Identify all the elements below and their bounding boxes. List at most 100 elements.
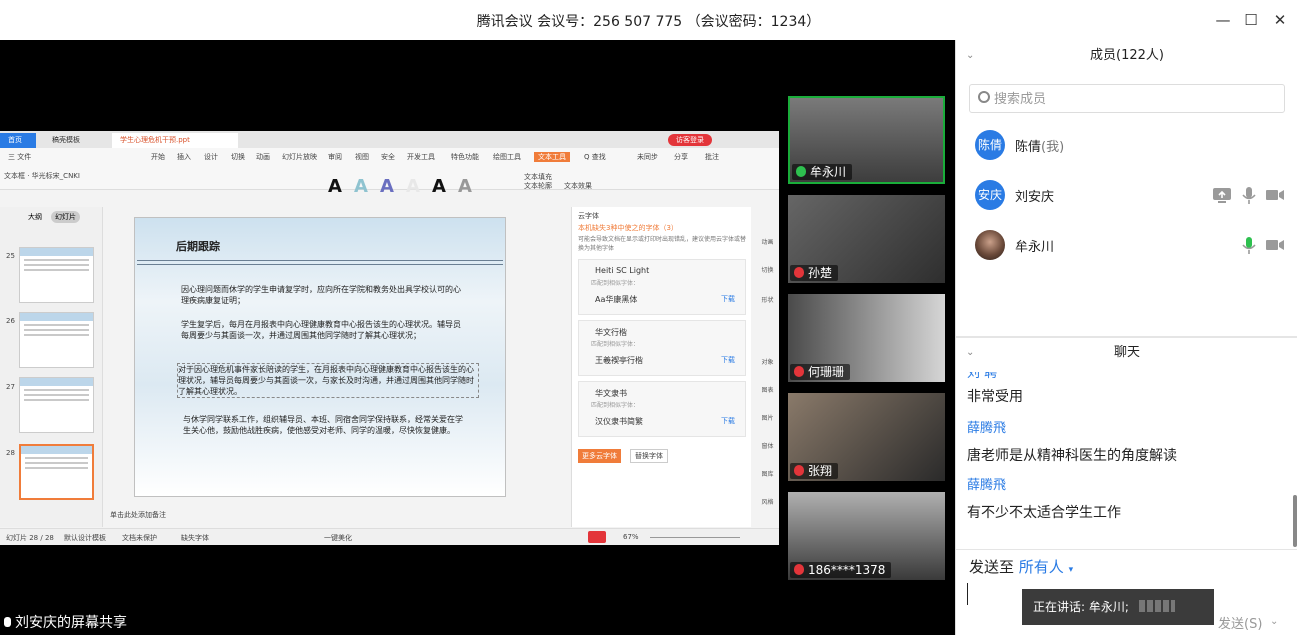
wps-menu-view[interactable]: 视图 <box>355 152 369 162</box>
slide-thumbnail[interactable] <box>19 312 94 368</box>
wordart-style-4[interactable]: A <box>400 172 426 202</box>
chat-scrollbar[interactable] <box>1293 495 1297 547</box>
play-icon[interactable] <box>588 531 606 543</box>
send-to-target[interactable]: 所有人 <box>1019 558 1064 576</box>
send-to-selector[interactable]: 发送至 所有人 ▾ <box>969 556 1073 577</box>
wordart-style-6[interactable]: A <box>452 172 478 202</box>
font-download-button[interactable]: 下载 <box>721 355 735 365</box>
member-search[interactable] <box>969 84 1285 113</box>
wps-menu-slideshow[interactable]: 幻灯片放映 <box>282 152 317 162</box>
document-protection[interactable]: 文档未保护 <box>122 533 157 543</box>
rail-item[interactable]: 窗体 <box>756 441 779 450</box>
wps-menu-drawing[interactable]: 绘图工具 <box>493 152 521 162</box>
chat-header[interactable]: ⌄ 聊天 <box>956 337 1297 367</box>
wordart-gallery: AAAAAA <box>322 172 502 202</box>
member-row[interactable]: 牟永川 <box>956 220 1297 270</box>
wps-comment-button[interactable]: 批注 <box>705 152 719 162</box>
maximize-button[interactable]: ☐ <box>1240 9 1262 31</box>
slide-paragraph-selected[interactable]: 对于因心理危机事件家长陪读的学生，在月报表中向心理健康教育中心报告该生的心理状况… <box>177 363 479 398</box>
wps-menu-insert[interactable]: 插入 <box>177 152 191 162</box>
minimize-button[interactable]: — <box>1212 9 1234 31</box>
close-button[interactable]: ✕ <box>1269 9 1291 31</box>
chat-input-caret[interactable] <box>967 583 968 605</box>
member-row[interactable]: 陈倩 陈倩(我) <box>956 120 1297 170</box>
zoom-level[interactable]: 67% <box>623 533 639 541</box>
wordart-style-1[interactable]: A <box>322 172 348 202</box>
wps-text-effect[interactable]: 文本效果 <box>564 181 592 191</box>
wps-menu-find[interactable]: Q 查找 <box>584 152 606 162</box>
beautify-button[interactable]: 一键美化 <box>324 533 352 543</box>
rail-item[interactable]: 形状 <box>756 295 779 304</box>
chevron-down-icon[interactable]: ⌄ <box>966 41 974 71</box>
video-tile[interactable]: 牟永川 <box>788 96 945 184</box>
wps-menu-features[interactable]: 特色功能 <box>451 152 479 162</box>
rail-item[interactable]: 图库 <box>756 469 779 478</box>
wps-share-button[interactable]: 分享 <box>674 152 688 162</box>
wps-text-outline[interactable]: 文本轮廓 <box>524 181 552 191</box>
font-download-button[interactable]: 下载 <box>721 416 735 426</box>
mic-off-icon <box>794 267 804 278</box>
chat-title: 聊天 <box>1113 345 1140 360</box>
wps-tab-template[interactable]: 稿壳模板 <box>44 133 88 148</box>
wps-menu-design[interactable]: 设计 <box>204 152 218 162</box>
font-card: Heiti SC Light 匹配到相似字体： Aa华康黑体 下载 <box>578 259 746 315</box>
member-search-input[interactable] <box>994 89 1274 109</box>
wps-tab-document[interactable]: 学生心理危机干预.ppt <box>112 133 238 148</box>
rail-item[interactable]: 图表 <box>756 385 779 394</box>
screen-share-area: 首页 稿壳模板 学生心理危机干预.ppt 访客登录 三 文件 开始 插入 设计 … <box>0 40 779 635</box>
slide-thumbnail[interactable] <box>19 247 94 303</box>
font-download-button[interactable]: 下载 <box>721 294 735 304</box>
wps-unsynced-button[interactable]: 未同步 <box>637 152 658 162</box>
caret-down-icon[interactable]: ▾ <box>1069 565 1074 575</box>
video-tile[interactable]: 张翔 <box>788 393 945 481</box>
rail-item[interactable]: 图片 <box>756 413 779 422</box>
thumb-number: 26 <box>6 317 15 325</box>
rail-item[interactable]: 切换 <box>756 265 779 274</box>
outline-tab[interactable]: 大纲 <box>28 212 42 222</box>
zoom-slider[interactable] <box>650 537 740 538</box>
camera-icon[interactable] <box>1265 235 1285 255</box>
input-divider <box>956 549 1297 550</box>
members-header[interactable]: ⌄ 成员(122人) <box>956 41 1297 71</box>
rail-item[interactable]: 动画 <box>756 237 779 246</box>
notes-hint[interactable]: 单击此处添加备注 <box>110 510 166 520</box>
slide-canvas[interactable]: 后期跟踪 因心理问题而休学的学生申请复学时，应向所在学院和教务处出具学校认可的心… <box>134 217 506 497</box>
wps-menu-review[interactable]: 审阅 <box>328 152 342 162</box>
wps-menu-devtools[interactable]: 开发工具 <box>407 152 435 162</box>
rail-item[interactable]: 对象 <box>756 357 779 366</box>
wordart-style-5[interactable]: A <box>426 172 452 202</box>
wps-tab-home[interactable]: 首页 <box>0 133 36 148</box>
wps-menu-text-tools[interactable]: 文本工具 <box>534 152 570 162</box>
chat-text: 非常受用 <box>967 389 1023 405</box>
video-tile[interactable]: 186****1378 <box>788 492 945 580</box>
slides-tab[interactable]: 幻灯片 <box>51 211 80 223</box>
video-tile[interactable]: 孙楚 <box>788 195 945 283</box>
font-preview: 王羲褉亭行楷 <box>595 356 643 365</box>
video-name-tag: 何珊珊 <box>790 364 851 380</box>
wps-menu-switch[interactable]: 切换 <box>231 152 245 162</box>
chevron-down-icon[interactable]: ⌄ <box>1270 616 1278 627</box>
slide-thumbnail[interactable] <box>19 377 94 433</box>
wordart-style-2[interactable]: A <box>348 172 374 202</box>
missing-font-status[interactable]: 缺失字体 <box>181 533 209 543</box>
wps-menu-start[interactable]: 开始 <box>151 152 165 162</box>
wps-font-row[interactable]: 文本框 · 华光标宋_CNKI <box>4 171 80 181</box>
mic-active-icon[interactable] <box>1239 235 1259 255</box>
member-row[interactable]: 安庆 刘安庆 <box>956 170 1297 220</box>
wps-menu-security[interactable]: 安全 <box>381 152 395 162</box>
video-tile[interactable]: 何珊珊 <box>788 294 945 382</box>
mic-icon[interactable] <box>1239 185 1259 205</box>
screen-share-caption: 刘安庆的屏幕共享 <box>0 612 200 635</box>
send-button[interactable]: 发送(S) <box>1218 613 1262 632</box>
camera-icon[interactable] <box>1265 185 1285 205</box>
replace-font-button[interactable]: 替换字体 <box>630 449 668 463</box>
more-cloud-fonts-button[interactable]: 更多云字体 <box>578 449 621 463</box>
wps-menu-animation[interactable]: 动画 <box>256 152 270 162</box>
chevron-down-icon[interactable]: ⌄ <box>966 338 974 368</box>
rail-item[interactable]: 风格 <box>756 497 779 506</box>
wps-menu-file[interactable]: 三 文件 <box>8 152 31 162</box>
slide-thumbnail-selected[interactable] <box>19 444 94 500</box>
wordart-style-3[interactable]: A <box>374 172 400 202</box>
wps-login-button[interactable]: 访客登录 <box>668 134 712 146</box>
mic-on-icon <box>796 166 806 177</box>
